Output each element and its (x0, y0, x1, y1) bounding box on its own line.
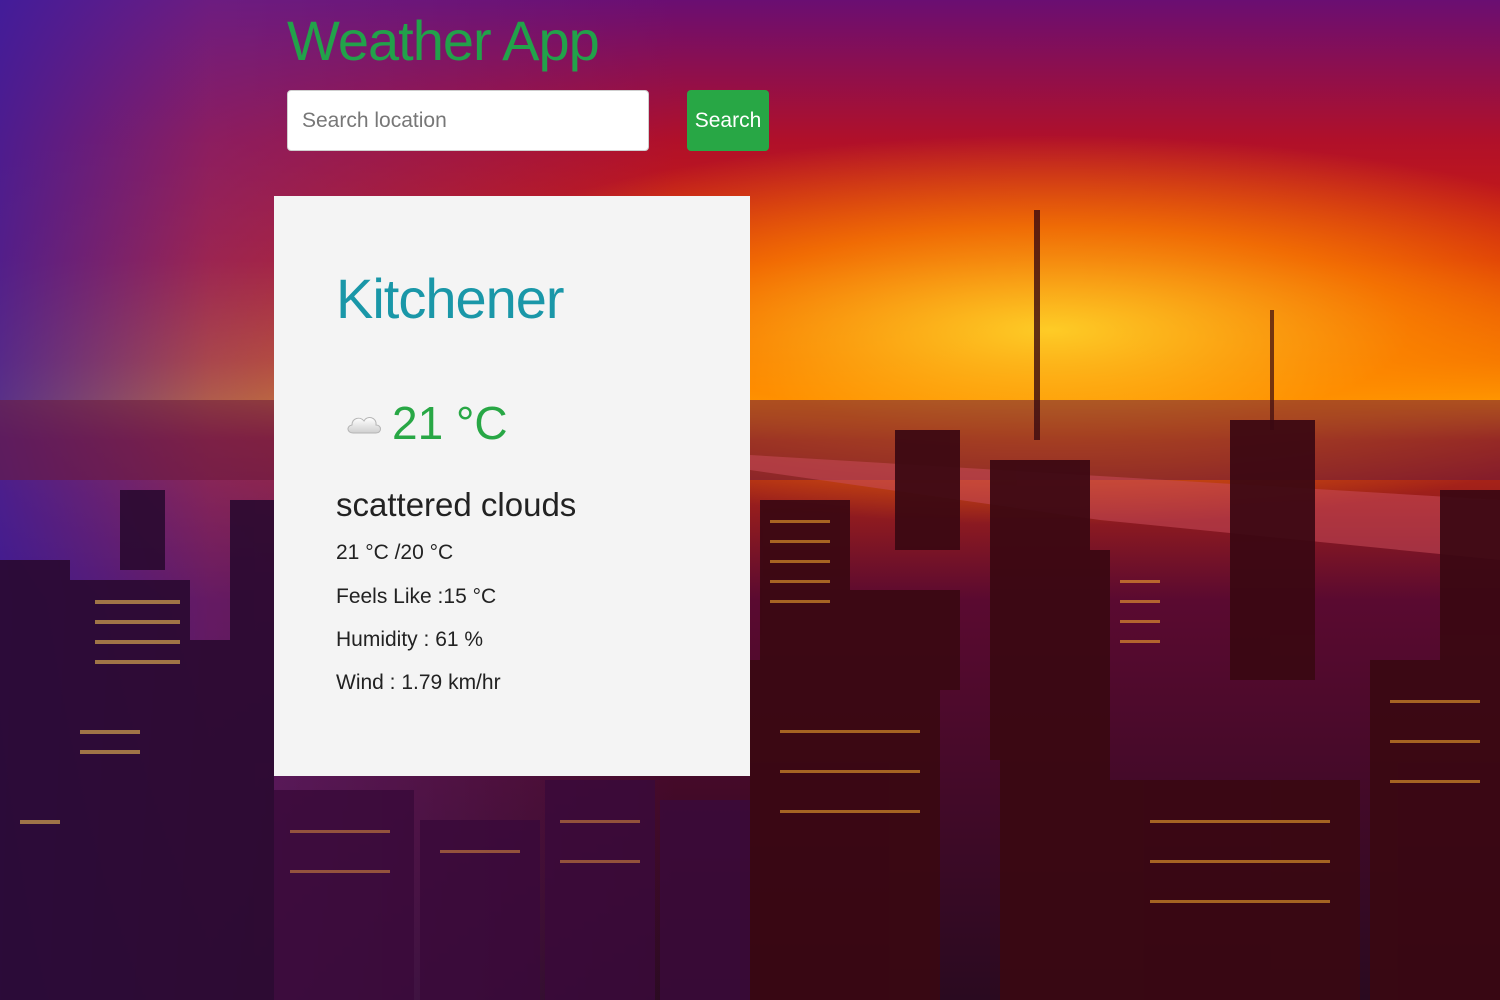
humidity: Humidity : 61 % (336, 628, 483, 652)
weather-description: scattered clouds (336, 486, 577, 523)
humidity-label: Humidity : (336, 628, 430, 651)
search-input[interactable] (287, 90, 649, 151)
search-button[interactable]: Search (687, 90, 769, 151)
wind: Wind : 1.79 km/hr (336, 671, 501, 695)
temperature-row: 21 °C (344, 396, 508, 450)
city-name: Kitchener (336, 267, 565, 330)
feels-like-value: 15 °C (443, 585, 497, 608)
current-temperature: 21 °C (392, 397, 508, 449)
humidity-value: 61 % (435, 628, 484, 651)
cloud-icon (347, 417, 381, 434)
app-title: Weather App (287, 9, 600, 72)
weather-card: Kitchener 21 °C scattered clouds 21 °C /… (274, 196, 750, 776)
wind-label: Wind : (336, 671, 396, 694)
wind-value: 1.79 km/hr (401, 671, 501, 694)
feels-like: Feels Like :15 °C (336, 585, 496, 609)
feels-like-label: Feels Like : (336, 585, 444, 608)
high-low-temperature: 21 °C /20 °C (336, 541, 454, 564)
